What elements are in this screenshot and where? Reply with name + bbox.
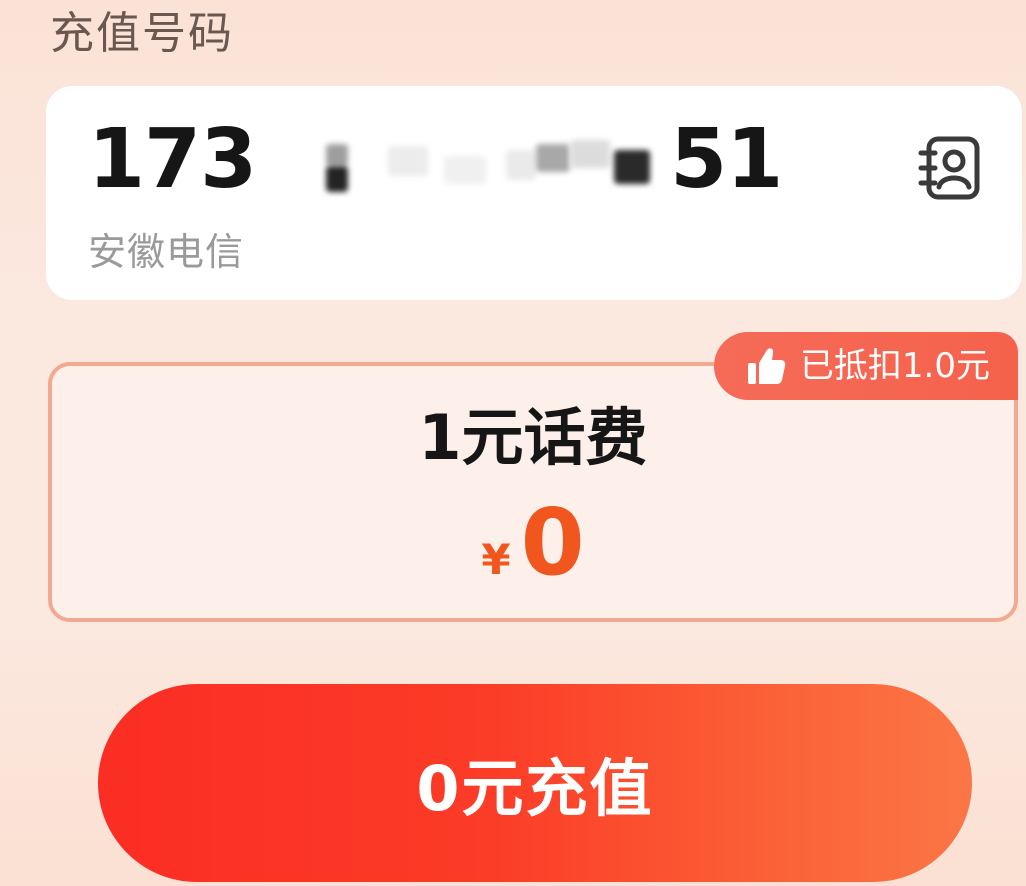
phone-number[interactable]: 173 51 <box>88 112 783 207</box>
discount-badge: 已抵扣1.0元 <box>713 332 1018 400</box>
discount-badge-label: 已抵扣1.0元 <box>799 346 990 386</box>
recharge-option-card[interactable]: 已抵扣1.0元 1元话费 ¥ 0 <box>48 332 1018 622</box>
price: ¥ 0 <box>52 488 1014 598</box>
contact-book-icon <box>918 136 980 200</box>
product-name: 1元话费 <box>418 401 648 474</box>
currency-symbol: ¥ <box>481 535 511 584</box>
recharge-page: 充值号码 173 51 安徽电信 已抵扣1.0元 1元话费 ¥ 0 0元充值 <box>0 0 1026 886</box>
recharge-button[interactable]: 0元充值 <box>98 684 972 882</box>
phone-number-card[interactable]: 173 51 安徽电信 <box>46 86 1022 300</box>
phone-number-suffix: 51 <box>670 112 783 207</box>
section-title: 充值号码 <box>50 8 234 59</box>
price-value: 0 <box>520 489 585 596</box>
masked-digits <box>296 120 666 200</box>
thumbs-up-icon <box>744 344 788 388</box>
carrier-label: 安徽电信 <box>88 230 245 274</box>
phone-number-prefix: 173 <box>88 112 257 207</box>
contacts-button[interactable] <box>916 134 984 202</box>
